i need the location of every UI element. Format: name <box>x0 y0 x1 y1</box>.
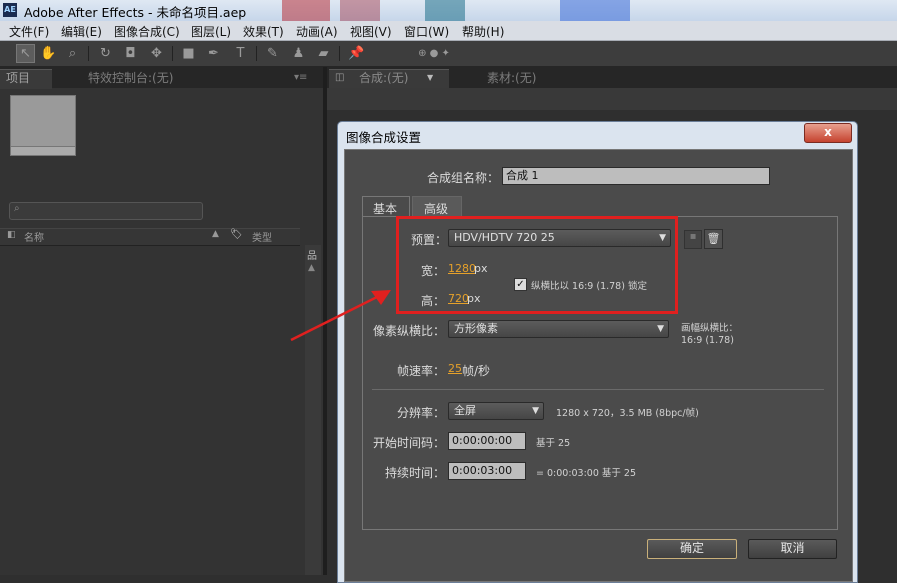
search-icon: ⌕ <box>14 203 20 214</box>
panel-menu-icon[interactable]: ▾≡ <box>294 70 307 86</box>
tab-basic[interactable]: 基本 <box>373 200 397 217</box>
tab-effect-controls[interactable]: 特效控制台:(无) <box>88 70 173 86</box>
desktop-bg <box>425 0 465 21</box>
menu-layer[interactable]: 图层(L) <box>191 23 231 40</box>
brush-tool-icon[interactable]: ✎ <box>264 45 281 62</box>
dropdown-arrow-icon: ▼ <box>532 406 539 416</box>
composition-viewer-header <box>327 88 897 110</box>
tab-project[interactable]: 项目 <box>6 70 30 86</box>
pixel-aspect-value: 方形像素 <box>454 322 498 335</box>
section-divider <box>372 389 824 390</box>
desktop-bg <box>560 0 630 21</box>
frame-aspect-value: 16:9 (1.78) <box>681 335 734 346</box>
pixel-aspect-dropdown[interactable]: 方形像素 ▼ <box>448 320 669 338</box>
rectangle-tool-icon[interactable]: ■ <box>180 45 197 62</box>
puppet-pin-tool-icon[interactable]: 📌 <box>348 45 365 62</box>
hierarchy-icon: 品 <box>307 251 317 262</box>
lock-icon[interactable]: ◫ <box>335 70 344 86</box>
frame-rate-label: 帧速率： <box>397 364 446 378</box>
toolbar-divider <box>172 46 173 61</box>
menu-file[interactable]: 文件(F) <box>9 23 49 40</box>
close-button[interactable]: x <box>804 123 852 143</box>
project-columns-header: ◧ 名称 ▲ 🏷 类型 <box>0 228 300 246</box>
duration-info: = 0:00:03:00 基于 25 <box>536 468 637 479</box>
project-tab-bar: 项目 特效控制台:(无) ▾≡ <box>0 67 323 89</box>
selection-tool-icon[interactable]: ↖ <box>16 44 35 63</box>
menu-window[interactable]: 窗口(W) <box>404 23 449 40</box>
clone-stamp-tool-icon[interactable]: ♟ <box>290 45 307 62</box>
chevron-down-icon[interactable]: ▼ <box>427 70 433 86</box>
tools-panel: ↖ ✋ ⌕ ↻ ◘ ✥ ■ ✒ T ✎ ♟ ▰ 📌 ⊕ ● ✦ <box>0 41 897 67</box>
label-column-icon: ◧ <box>7 230 16 240</box>
menu-bar: 文件(F) 编辑(E) 图像合成(C) 图层(L) 效果(T) 动画(A) 视图… <box>0 21 897 41</box>
frame-rate-unit: 帧/秒 <box>462 364 491 378</box>
zoom-tool-icon[interactable]: ⌕ <box>64 45 81 62</box>
dialog-body: 合成组名称： 合成 1 基本 高级 预置： HDV/HDTV 720 25 ▼ ▪… <box>344 149 853 582</box>
axis-mode-icon[interactable]: ⊕ ● ✦ <box>410 45 458 62</box>
frame-aspect-label: 画幅纵横比： <box>681 323 739 334</box>
comp-thumbnail <box>10 95 76 147</box>
resolution-label: 分辨率： <box>397 406 446 420</box>
tab-composition[interactable]: 合成:(无) <box>359 70 408 86</box>
project-search-input[interactable]: ⌕ <box>9 202 203 220</box>
window-title: Adobe After Effects - 未命名项目.aep <box>24 5 247 20</box>
column-name[interactable]: 名称 <box>24 229 44 244</box>
hand-tool-icon[interactable]: ✋ <box>40 45 57 62</box>
save-preset-icon[interactable]: ▪ <box>684 230 702 249</box>
menu-help[interactable]: 帮助(H) <box>462 23 504 40</box>
desktop-bg <box>282 0 330 21</box>
frame-rate-value[interactable]: 25 <box>448 362 462 375</box>
pen-tool-icon[interactable]: ✒ <box>205 45 222 62</box>
menu-edit[interactable]: 编辑(E) <box>61 23 102 40</box>
desktop-bg <box>340 0 380 21</box>
start-timecode-input[interactable]: 0:00:00:00 <box>448 432 526 450</box>
comp-name-label: 合成组名称： <box>427 171 500 185</box>
resolution-value: 全屏 <box>454 404 476 417</box>
toolbar-divider <box>339 46 340 61</box>
resolution-info: 1280 x 720，3.5 MB (8bpc/帧) <box>556 408 699 419</box>
menu-animation[interactable]: 动画(A) <box>296 23 338 40</box>
delete-preset-icon[interactable]: 🗑 <box>704 229 723 249</box>
label-tag-icon: 🏷 <box>230 229 243 240</box>
rotate-tool-icon[interactable]: ↻ <box>97 45 114 62</box>
duration-label: 持续时间： <box>385 466 446 480</box>
highlight-box <box>396 216 678 314</box>
arrow-shaft <box>290 292 384 342</box>
start-timecode-label: 开始时间码： <box>373 436 446 450</box>
start-timecode-base: 基于 25 <box>536 438 571 449</box>
scroll-up-icon[interactable]: ▲ <box>308 263 315 273</box>
ok-button[interactable]: 确定 <box>647 539 737 559</box>
project-panel: 项目 特效控制台:(无) ▾≡ ⌕ ◧ 名称 ▲ 🏷 类型 品 ▲ <box>0 67 323 575</box>
menu-effect[interactable]: 效果(T) <box>243 23 284 40</box>
comp-name-input[interactable]: 合成 1 <box>502 167 770 185</box>
pan-behind-tool-icon[interactable]: ✥ <box>148 45 165 62</box>
duration-input[interactable]: 0:00:03:00 <box>448 462 526 480</box>
composition-settings-dialog: 图像合成设置 x 合成组名称： 合成 1 基本 高级 预置： HDV/HDTV … <box>337 121 858 583</box>
column-type[interactable]: 类型 <box>252 229 272 244</box>
app-icon: AE <box>3 3 17 17</box>
cancel-button[interactable]: 取消 <box>748 539 837 559</box>
toolbar-divider <box>88 46 89 61</box>
resolution-dropdown[interactable]: 全屏 ▼ <box>448 402 544 420</box>
dialog-title: 图像合成设置 <box>346 130 422 145</box>
annotation-arrow <box>290 290 391 342</box>
composition-tab-bar: ◫ 合成:(无) ▼ 素材:(无) <box>327 67 897 89</box>
eraser-tool-icon[interactable]: ▰ <box>315 45 332 62</box>
menu-view[interactable]: 视图(V) <box>350 23 392 40</box>
dropdown-arrow-icon: ▼ <box>657 324 664 334</box>
menu-composition[interactable]: 图像合成(C) <box>114 23 180 40</box>
sort-asc-icon[interactable]: ▲ <box>212 229 219 239</box>
title-bar: AE Adobe After Effects - 未命名项目.aep <box>0 0 897 21</box>
toolbar-divider <box>256 46 257 61</box>
tab-advanced[interactable]: 高级 <box>424 200 448 217</box>
comp-thumbnail-bar <box>10 146 76 156</box>
tab-footage[interactable]: 素材:(无) <box>487 70 536 86</box>
text-tool-icon[interactable]: T <box>232 45 249 62</box>
camera-tool-icon[interactable]: ◘ <box>122 45 139 62</box>
